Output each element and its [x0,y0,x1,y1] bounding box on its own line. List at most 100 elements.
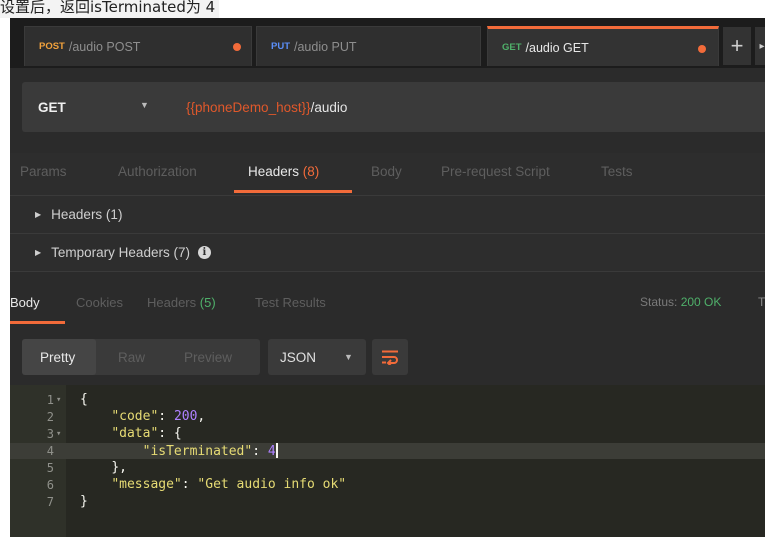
caret-down-icon: ▼ [344,352,353,362]
tab-body[interactable]: Body [371,164,402,179]
code-text: "code": 200, [80,409,205,425]
code-token: : [181,477,198,492]
unsaved-dot-icon [698,45,706,53]
response-body-editor[interactable]: 1 ▾{2 "code": 200, 3 ▾ "data": {4 "isTermin… [10,385,765,537]
tab-authorization[interactable]: Authorization [118,164,197,179]
code-token: , [197,409,206,424]
code-text: }, [80,460,127,476]
tab-headers[interactable]: Headers (8) [248,164,319,179]
tab-cookies[interactable]: Cookies [76,295,123,310]
code-line: 7} [10,494,765,510]
request-tabs: Params Authorization Headers (8) Body Pr… [10,153,765,195]
postman-window: POST /audio POST PUT /audio PUT GET /aud… [10,18,765,537]
tab-audio-put[interactable]: PUT /audio PUT [256,26,481,66]
code-text: { [80,392,88,408]
format-dropdown[interactable]: JSON ▼ [268,339,366,375]
info-icon[interactable]: i [197,246,211,259]
wrap-lines-icon[interactable] [372,339,408,375]
tab-audio-post[interactable]: POST /audio POST [24,26,252,66]
url-path: /audio [310,99,348,115]
headers-section-toggle[interactable]: ▶ Headers (1) [10,196,765,233]
view-mode-switch: Pretty Raw Preview [22,339,260,375]
code-line: 3 ▾ "data": { [10,426,765,442]
tab-response-headers-label: Headers [147,295,197,310]
view-raw-button[interactable]: Raw [118,339,168,375]
line-number: 1 [46,393,54,407]
tab-name-label: /audio PUT [294,39,357,54]
temporary-headers-label: Temporary Headers (7) [51,245,190,260]
format-value: JSON [280,349,317,365]
method-dropdown[interactable]: GET ▼ [22,82,172,132]
url-input[interactable]: {{phoneDemo_host}}/audio [172,82,765,132]
code-line: 1 ▾ { [10,392,765,408]
tab-method-label: GET [502,42,522,53]
code-token: "isTerminated" [142,444,253,459]
expand-triangle-icon: ▶ [35,210,42,219]
new-tab-plus-icon[interactable]: + [723,27,751,65]
code-text: "isTerminated": 4 [80,443,278,460]
code-token: }, [111,460,127,475]
code-token: { [80,392,88,407]
active-tab-indicator [234,190,352,193]
code-text: } [80,494,88,510]
view-preview-button[interactable]: Preview [184,339,250,375]
line-number: 7 [46,495,54,509]
caption-strip: 设置后，返回isTerminated为 4 [0,0,765,18]
tab-response-headers[interactable]: Headers (5) [147,295,216,310]
request-builder: GET ▼ {{phoneDemo_host}}/audio [10,68,765,153]
wrap-lines-glyph [382,350,398,365]
view-pretty-button[interactable]: Pretty [22,339,96,375]
code-token: "message" [111,477,182,492]
active-tab-indicator [10,321,65,324]
tab-headers-label: Headers [248,164,300,179]
code-token: : { [158,426,182,441]
status-indicator: Status: 200 OK [640,295,721,309]
tab-response-headers-count: (5) [199,295,216,310]
tab-headers-count: (8) [302,164,320,179]
status-value: 200 OK [680,295,722,309]
response-toolbar: Pretty Raw Preview JSON ▼ [10,325,765,385]
text-cursor [275,443,278,458]
line-number: 5 [46,461,54,475]
line-number: 3 [46,427,54,441]
tab-tests[interactable]: Tests [601,164,633,179]
code-line: 2 "code": 200, [10,409,765,425]
response-tabs: Body Cookies Headers (5) Test Results St… [10,281,765,325]
url-bar: GET ▼ {{phoneDemo_host}}/audio [22,82,765,132]
tab-pre-request-script[interactable]: Pre-request Script [441,164,550,179]
headers-section-label: Headers (1) [51,207,123,222]
tab-name-label: /audio POST [68,39,141,54]
method-value: GET [38,99,66,115]
code-line: 6 "message": "Get audio info ok" [10,477,765,493]
url-variable: {{phoneDemo_host}} [186,99,311,115]
code-token: "data" [111,426,159,441]
code-token: 200 [173,409,198,424]
tab-name-label: /audio GET [525,40,589,55]
code-token: : [252,444,268,459]
divider [10,271,765,272]
time-label-truncated: T [758,295,765,309]
request-tab-bar: POST /audio POST PUT /audio PUT GET /aud… [10,18,765,68]
line-number: 6 [46,478,54,492]
code-token: 4 [267,444,276,459]
code-text: "data": { [80,426,182,442]
tab-params[interactable]: Params [20,164,67,179]
line-number: 2 [46,410,54,424]
caret-down-icon: ▼ [140,100,149,110]
fold-toggle-icon[interactable]: ▾ [56,392,61,408]
tab-method-label: PUT [271,41,290,52]
status-label: Status: [640,295,678,309]
tab-response-body[interactable]: Body [10,295,40,310]
caption-text: 设置后，返回isTerminated为 4 [0,0,220,18]
unsaved-dot-icon [233,43,241,51]
tab-audio-get[interactable]: GET /audio GET [487,26,719,66]
code-token: } [80,494,88,509]
code-text: "message": "Get audio info ok" [80,477,346,493]
code-token: "Get audio info ok" [197,477,347,492]
tab-overflow-icon[interactable]: ▸ [755,27,765,65]
expand-triangle-icon: ▶ [35,248,42,257]
tab-test-results[interactable]: Test Results [255,295,326,310]
temporary-headers-toggle[interactable]: ▶ Temporary Headers (7) i [10,234,765,271]
line-number: 4 [46,444,54,458]
fold-toggle-icon[interactable]: ▾ [56,426,61,442]
